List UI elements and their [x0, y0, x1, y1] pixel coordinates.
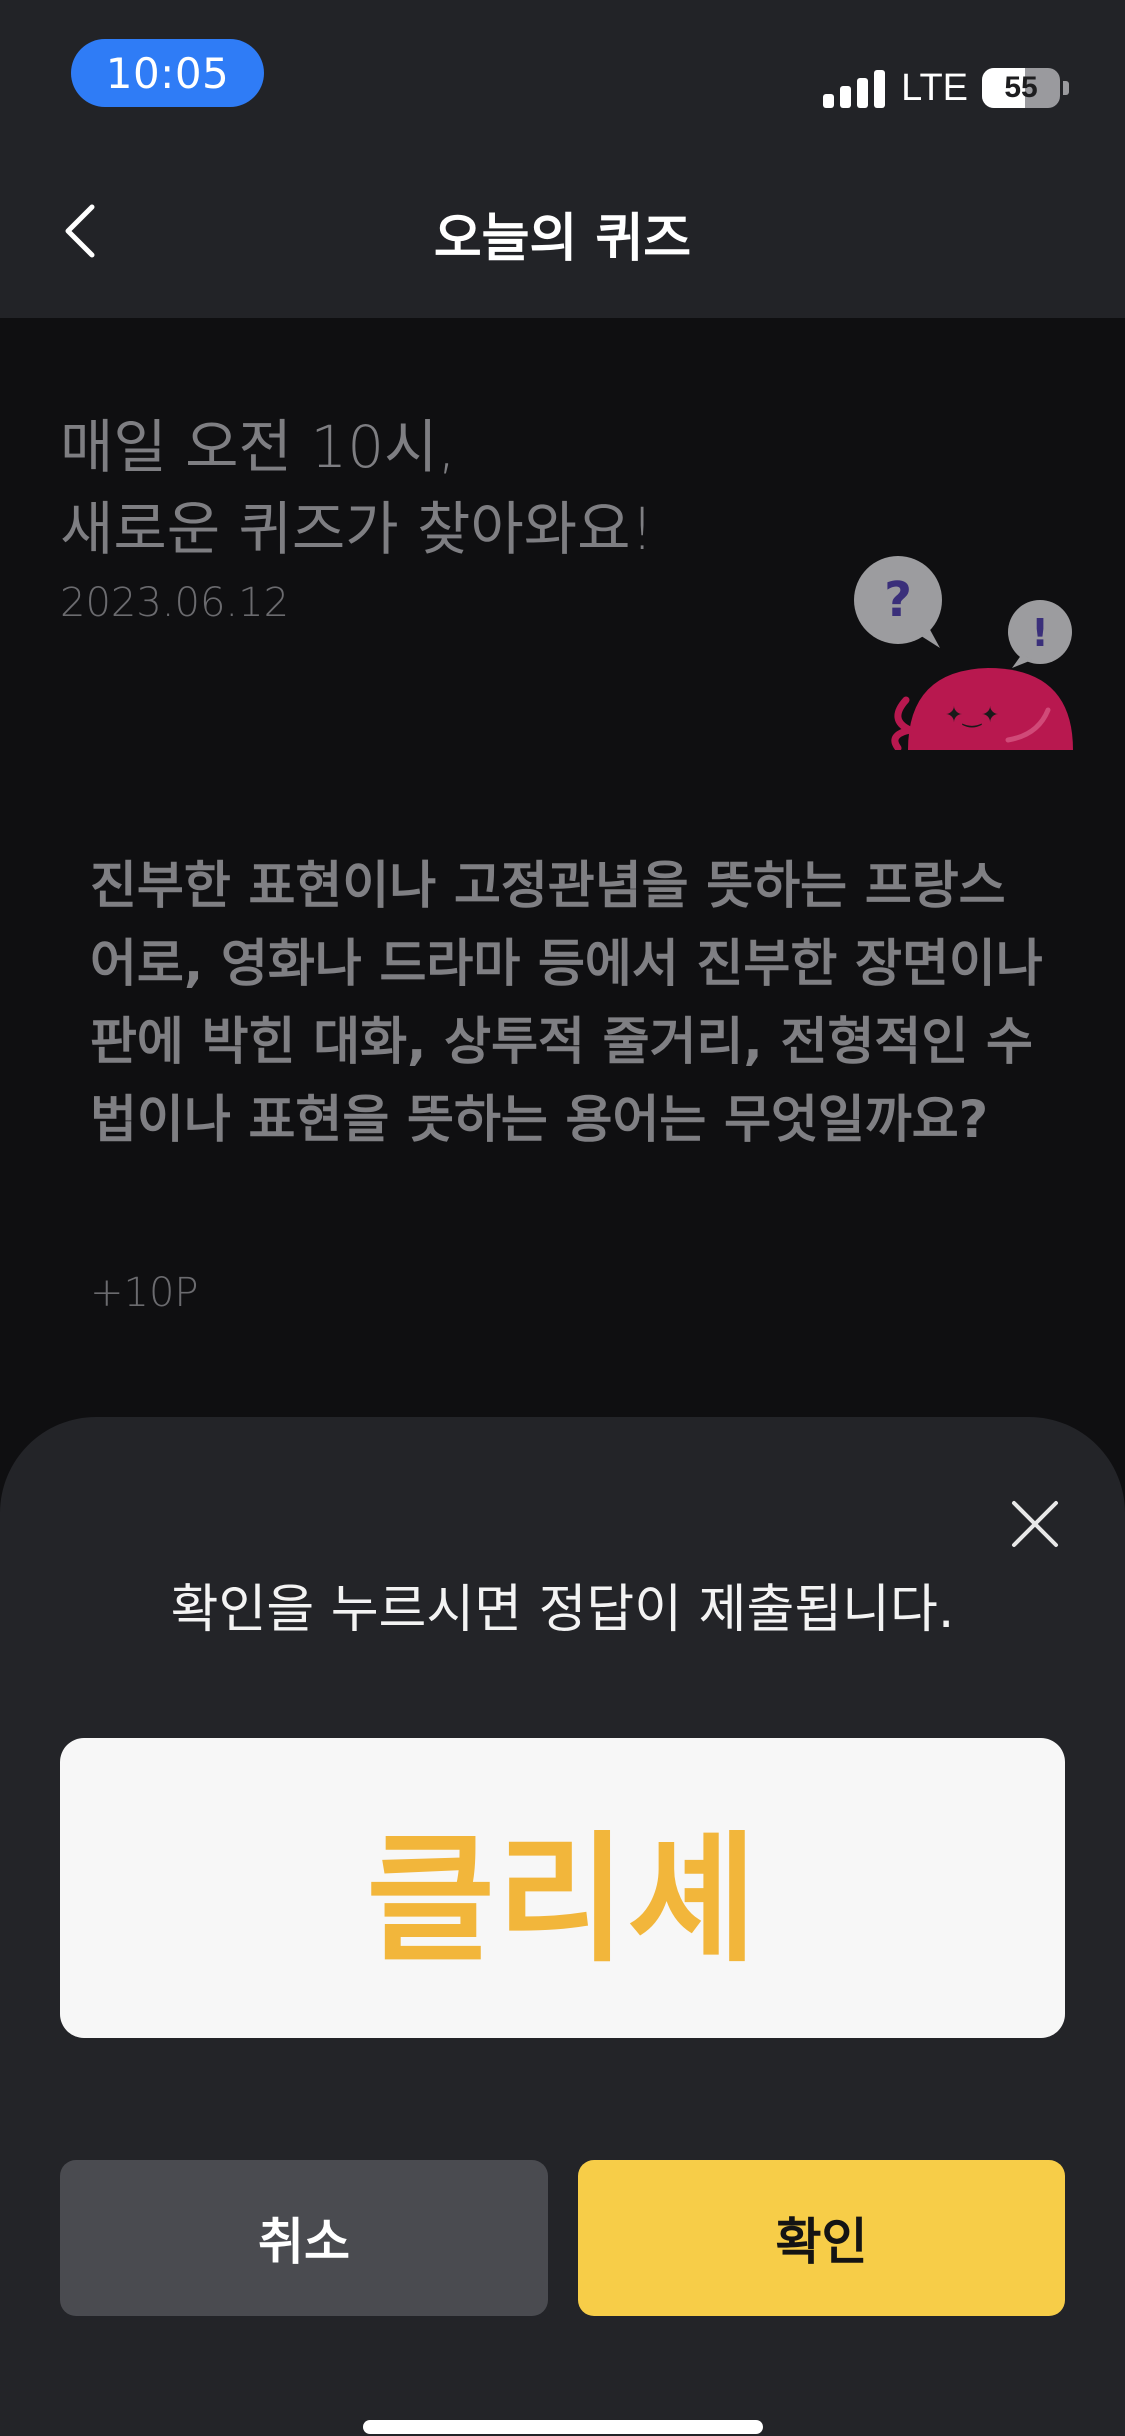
quiz-date: 2023.06.12 — [60, 580, 290, 626]
signal-icon — [823, 68, 886, 108]
cancel-button[interactable]: 취소 — [60, 2160, 548, 2316]
svg-text:?: ? — [884, 572, 912, 628]
status-indicators: LTE 55 — [823, 64, 1069, 112]
battery-icon: 55 — [982, 68, 1060, 108]
confirm-message: 확인을 누르시면 정답이 제출됩니다. — [170, 1580, 955, 1640]
top-bar: 10:05 LTE 55 오늘의 퀴즈 — [0, 0, 1125, 318]
battery-level: 55 — [1004, 71, 1038, 104]
page-title: 오늘의 퀴즈 — [433, 209, 692, 269]
close-button[interactable] — [1008, 1497, 1062, 1551]
intro-line-1: 매일 오전 10시, — [60, 413, 456, 481]
submit-confirm-sheet: 확인을 누르시면 정답이 제출됩니다. 클리셰 취소 확인 — [0, 1417, 1125, 2436]
svg-text:!: ! — [1031, 611, 1048, 655]
confirm-button[interactable]: 확인 — [578, 2160, 1065, 2316]
close-icon — [1012, 1501, 1058, 1547]
status-time: 10:05 — [71, 39, 264, 107]
network-type: LTE — [901, 66, 968, 109]
intro-line-2: 새로운 퀴즈가 찾아와요! — [60, 495, 654, 563]
svg-text:✦‿✦: ✦‿✦ — [945, 703, 1000, 728]
answer-text: 클리셰 — [366, 1819, 759, 1982]
home-indicator — [363, 2420, 763, 2434]
answer-display: 클리셰 — [60, 1738, 1065, 2038]
quiz-mascot-icon: ? ! ✦‿✦ — [854, 556, 1073, 750]
battery-cap — [1063, 81, 1069, 95]
quiz-content: 매일 오전 10시, 새로운 퀴즈가 찾아와요! 2023.06.12 ? ! … — [0, 318, 1125, 1418]
intro-headline: 매일 오전 10시, 새로운 퀴즈가 찾아와요! — [60, 406, 654, 570]
quiz-question: 진부한 표현이나 고정관념을 뜻하는 프랑스어로, 영화나 드라마 등에서 진부… — [90, 857, 1043, 1150]
quiz-points: +10P — [90, 1270, 199, 1316]
